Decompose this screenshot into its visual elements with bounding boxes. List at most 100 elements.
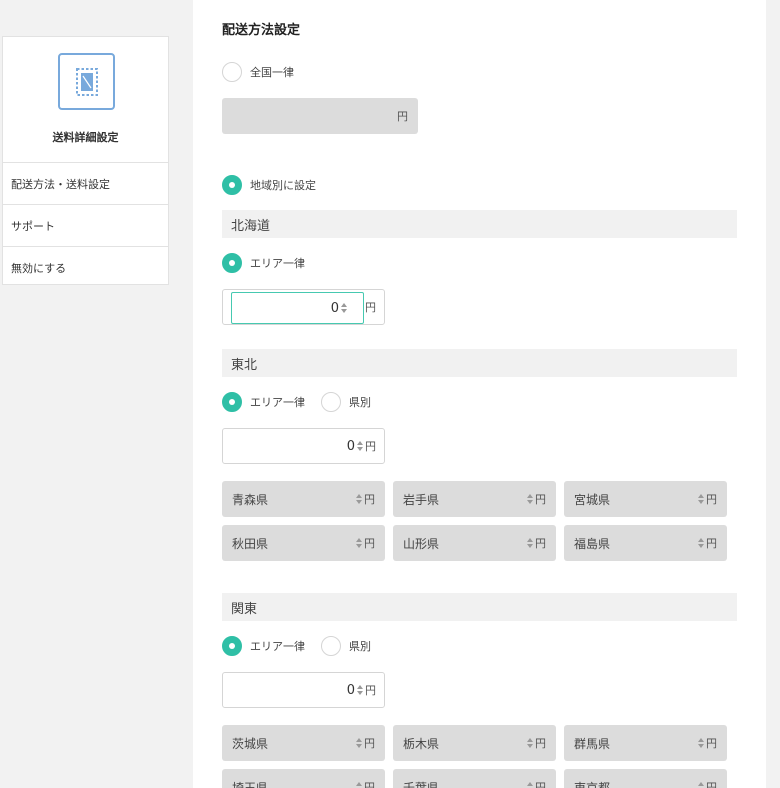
option-by-region[interactable]: 地域別に設定: [222, 175, 316, 195]
sidebar-item-label: 無効にする: [11, 261, 67, 275]
radio-flat-rate[interactable]: [222, 62, 242, 82]
sidebar-title: 送料詳細設定: [52, 131, 119, 144]
pref-name: 栃木県: [403, 736, 440, 751]
option-flat-rate[interactable]: 全国一律: [222, 62, 294, 82]
spinner-icon[interactable]: [526, 493, 533, 505]
yen-unit: 円: [397, 110, 408, 123]
region-name: 関東: [231, 601, 258, 617]
tohoku-mode-options: エリア一律 県別: [222, 392, 371, 412]
pref-name: 岩手県: [403, 492, 440, 507]
price-value: 0: [346, 682, 355, 698]
pref-input-miyagi[interactable]: 宮城県 円: [564, 481, 727, 517]
yen-unit: 円: [365, 440, 376, 453]
kanto-price-input[interactable]: 0 円: [222, 672, 385, 708]
radio-by-prefecture[interactable]: [321, 636, 341, 656]
spinner-icon[interactable]: [697, 781, 704, 788]
pref-name: 埼玉県: [232, 780, 269, 788]
option-flat-rate-label: 全国一律: [250, 66, 294, 79]
pref-input-tokyo[interactable]: 東京都 円: [564, 769, 727, 788]
yen-unit: 円: [364, 493, 375, 506]
spinner-icon[interactable]: [526, 737, 533, 749]
yen-unit: 円: [706, 781, 717, 788]
hokkaido-mode-uniform[interactable]: エリア一律: [222, 253, 305, 273]
option-by-region-label: 地域別に設定: [250, 179, 316, 192]
spinner-icon[interactable]: [697, 493, 704, 505]
spinner-icon[interactable]: [697, 537, 704, 549]
spinner-icon[interactable]: [355, 737, 362, 749]
pref-name: 秋田県: [232, 536, 269, 551]
radio-area-uniform[interactable]: [222, 636, 242, 656]
radio-by-prefecture-label: 県別: [349, 396, 371, 409]
sidebar-item-label: 配送方法・送料設定: [11, 177, 110, 191]
region-name: 北海道: [231, 218, 271, 234]
hokkaido-price-input[interactable]: 0: [231, 292, 364, 324]
main-panel: 配送方法設定 全国一律 円 地域別に設定 北海道 エリア一律 0 円 東北 エリ…: [193, 0, 766, 788]
pref-name: 青森県: [232, 492, 269, 507]
section-title: 配送方法設定: [222, 23, 301, 38]
sidebar-header: 送料詳細設定: [3, 37, 168, 163]
yen-unit: 円: [535, 493, 546, 506]
spinner-icon[interactable]: [697, 737, 704, 749]
radio-area-uniform-label: エリア一律: [250, 640, 305, 653]
pref-input-aomori[interactable]: 青森県 円: [222, 481, 385, 517]
sidebar-item-label: サポート: [11, 219, 55, 233]
spinner-icon[interactable]: [356, 440, 363, 452]
yen-unit: 円: [706, 737, 717, 750]
yen-unit: 円: [365, 301, 376, 314]
pref-input-fukushima[interactable]: 福島県 円: [564, 525, 727, 561]
scrollbar[interactable]: [770, 0, 780, 788]
pref-name: 福島県: [574, 536, 611, 551]
sidebar-item-disable[interactable]: 無効にする: [3, 247, 168, 288]
kanto-mode-options: エリア一律 県別: [222, 636, 371, 656]
pref-name: 宮城県: [574, 492, 611, 507]
pref-name: 茨城県: [232, 736, 269, 751]
sidebar-item-support[interactable]: サポート: [3, 205, 168, 247]
tohoku-price-input[interactable]: 0 円: [222, 428, 385, 464]
flat-rate-input[interactable]: 円: [222, 98, 418, 134]
spinner-icon[interactable]: [355, 537, 362, 549]
hokkaido-price-field: 0 円: [222, 289, 385, 325]
spinner-icon[interactable]: [356, 684, 363, 696]
radio-by-prefecture-label: 県別: [349, 640, 371, 653]
pref-input-akita[interactable]: 秋田県 円: [222, 525, 385, 561]
spinner-icon[interactable]: [340, 302, 347, 314]
region-header-tohoku: 東北: [222, 349, 737, 377]
spinner-icon[interactable]: [355, 493, 362, 505]
yen-unit: 円: [535, 781, 546, 788]
yen-unit: 円: [364, 537, 375, 550]
pref-input-tochigi[interactable]: 栃木県 円: [393, 725, 556, 761]
radio-by-region[interactable]: [222, 175, 242, 195]
yen-unit: 円: [364, 737, 375, 750]
yen-unit: 円: [535, 737, 546, 750]
yen-unit: 円: [365, 684, 376, 697]
sidebar: 送料詳細設定 配送方法・送料設定 サポート 無効にする: [2, 36, 169, 285]
yen-unit: 円: [364, 781, 375, 788]
pref-input-chiba[interactable]: 千葉県 円: [393, 769, 556, 788]
yen-unit: 円: [535, 537, 546, 550]
price-value: 0: [346, 438, 355, 454]
yen-unit: 円: [706, 537, 717, 550]
pref-input-iwate[interactable]: 岩手県 円: [393, 481, 556, 517]
radio-by-prefecture[interactable]: [321, 392, 341, 412]
region-header-hokkaido: 北海道: [222, 210, 737, 238]
radio-area-uniform-label: エリア一律: [250, 396, 305, 409]
spinner-icon[interactable]: [526, 537, 533, 549]
radio-area-uniform[interactable]: [222, 253, 242, 273]
sidebar-item-shipping-settings[interactable]: 配送方法・送料設定: [3, 163, 168, 205]
pref-name: 群馬県: [574, 736, 611, 751]
spinner-icon[interactable]: [526, 781, 533, 788]
region-header-kanto: 関東: [222, 593, 737, 621]
stamp-icon: [58, 53, 115, 110]
yen-unit: 円: [706, 493, 717, 506]
price-value: 0: [330, 300, 339, 316]
pref-input-saitama[interactable]: 埼玉県 円: [222, 769, 385, 788]
region-name: 東北: [231, 357, 258, 373]
radio-area-uniform[interactable]: [222, 392, 242, 412]
pref-input-gunma[interactable]: 群馬県 円: [564, 725, 727, 761]
radio-area-uniform-label: エリア一律: [250, 257, 305, 270]
pref-input-yamagata[interactable]: 山形県 円: [393, 525, 556, 561]
spinner-icon[interactable]: [355, 781, 362, 788]
pref-input-ibaraki[interactable]: 茨城県 円: [222, 725, 385, 761]
pref-name: 山形県: [403, 536, 440, 551]
pref-name: 東京都: [574, 780, 611, 788]
